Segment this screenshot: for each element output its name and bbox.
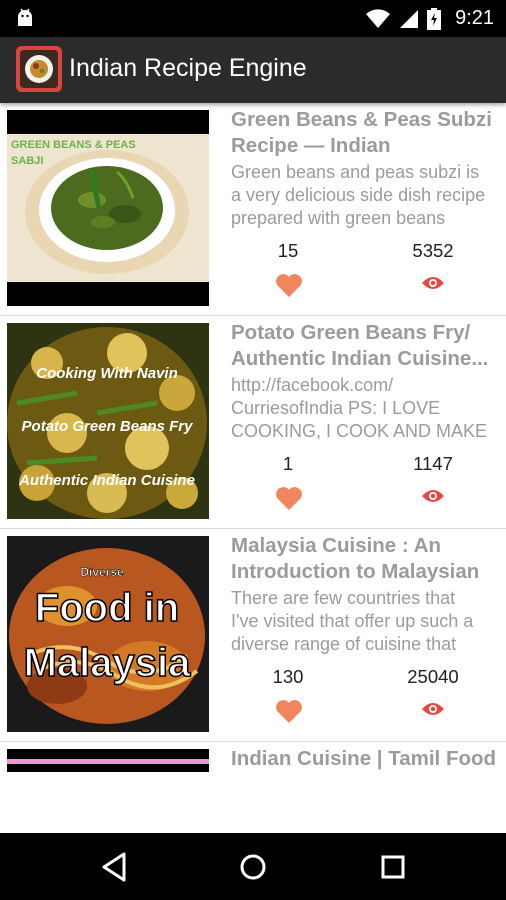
recipe-description-line: There are few countries that — [231, 588, 456, 608]
likes-count: 15 — [277, 240, 299, 261]
recipe-description: http://facebook.com/ CurriesofIndia PS: … — [231, 374, 506, 443]
recipe-row[interactable]: GREEN BEANS & PEAS SABJI Green Beans & P… — [0, 103, 506, 316]
recipe-thumbnail[interactable]: GREEN BEANS & PEAS SABJI — [7, 110, 209, 306]
app-title: Indian Recipe Engine — [69, 54, 307, 82]
thumbnail-caption: GREEN BEANS & PEAS — [11, 139, 136, 151]
thumbnail-caption: Cooking With Navin — [36, 365, 178, 382]
battery-charging-icon — [427, 7, 442, 30]
status-bar: 9:21 — [0, 0, 506, 37]
recipe-title-line: Introduction to Malaysian — [231, 560, 480, 583]
recipe-description-line: COOKING, I COOK AND MAKE — [231, 421, 488, 441]
eye-icon — [422, 277, 444, 289]
heart-icon[interactable] — [275, 485, 303, 511]
views-count: 25040 — [407, 666, 459, 687]
recipe-thumbnail[interactable]: Diverse Food in Malaysia — [7, 536, 209, 732]
heart-icon[interactable] — [275, 698, 303, 724]
android-icon — [18, 8, 32, 26]
thumbnail-caption: Potato Green Beans Fry — [22, 418, 194, 435]
navigation-bar — [0, 833, 506, 900]
recipe-description-line: CurriesofIndia PS: I LOVE — [231, 398, 441, 418]
recipe-description-line: I've visited that offer up such a — [231, 611, 474, 631]
signal-icon — [400, 9, 419, 28]
heart-icon[interactable] — [275, 272, 303, 298]
recipe-title[interactable]: Green Beans & Peas Subzi Recipe — Indian — [231, 107, 506, 159]
recipe-title-line: Malaysia Cuisine : An — [231, 534, 441, 557]
recipe-title-line: Recipe — Indian — [231, 134, 391, 157]
recents-icon[interactable] — [376, 850, 410, 884]
views-count: 1147 — [413, 453, 453, 474]
thumbnail-caption: SABJI — [11, 155, 43, 167]
recipe-title-line: Green Beans & Peas Subzi — [231, 108, 492, 131]
recipe-title[interactable]: Malaysia Cuisine : An Introduction to Ma… — [231, 533, 506, 585]
wifi-icon — [366, 8, 391, 28]
recipe-row[interactable]: Diverse Food in Malaysia Malaysia Cuisin… — [0, 529, 506, 742]
likes-count: 130 — [272, 666, 304, 687]
recipe-description: Green beans and peas subzi is a very del… — [231, 161, 506, 230]
recipe-row[interactable]: Cooking With Navin Potato Green Beans Fr… — [0, 316, 506, 529]
home-icon[interactable] — [236, 850, 270, 884]
views-count: 5352 — [412, 240, 454, 261]
recipe-description-line: diverse range of cuisine that — [231, 634, 457, 654]
recipe-row[interactable]: Indian Cuisine | Tamil Food — [0, 742, 506, 772]
back-icon[interactable] — [97, 850, 131, 884]
thumbnail-caption: Authentic Indian Cuisine — [18, 472, 195, 489]
recipe-description-line: http://facebook.com/ — [231, 375, 394, 395]
thumbnail-caption: Food in — [35, 586, 179, 630]
recipe-thumbnail[interactable] — [7, 749, 209, 772]
thumbnail-caption: Malaysia — [24, 641, 192, 685]
eye-icon — [422, 490, 444, 502]
recipe-description-line: a very delicious side dish recipe — [231, 185, 486, 205]
recipe-title[interactable]: Potato Green Beans Fry/ Authentic Indian… — [231, 320, 506, 372]
recipe-description: There are few countries that I've visite… — [231, 587, 506, 656]
status-time: 9:21 — [455, 7, 494, 29]
recipe-logo-icon[interactable] — [16, 46, 62, 92]
recipe-title-line: Indian Cuisine | Tamil Food — [231, 747, 497, 770]
recipe-description-line: prepared with green beans — [231, 208, 446, 228]
recipe-title-line: Authentic Indian Cuisine... — [231, 347, 489, 370]
recipe-title-line: Potato Green Beans Fry/ — [231, 321, 471, 344]
likes-count: 1 — [282, 453, 294, 474]
recipe-list[interactable]: GREEN BEANS & PEAS SABJI Green Beans & P… — [0, 103, 506, 772]
eye-icon — [422, 703, 444, 715]
recipe-title[interactable]: Indian Cuisine | Tamil Food — [231, 746, 506, 772]
recipe-description-line: Green beans and peas subzi is — [231, 162, 480, 182]
recipe-thumbnail[interactable]: Cooking With Navin Potato Green Beans Fr… — [7, 323, 209, 519]
thumbnail-caption: Diverse — [80, 565, 124, 579]
app-bar: Indian Recipe Engine — [0, 37, 506, 103]
